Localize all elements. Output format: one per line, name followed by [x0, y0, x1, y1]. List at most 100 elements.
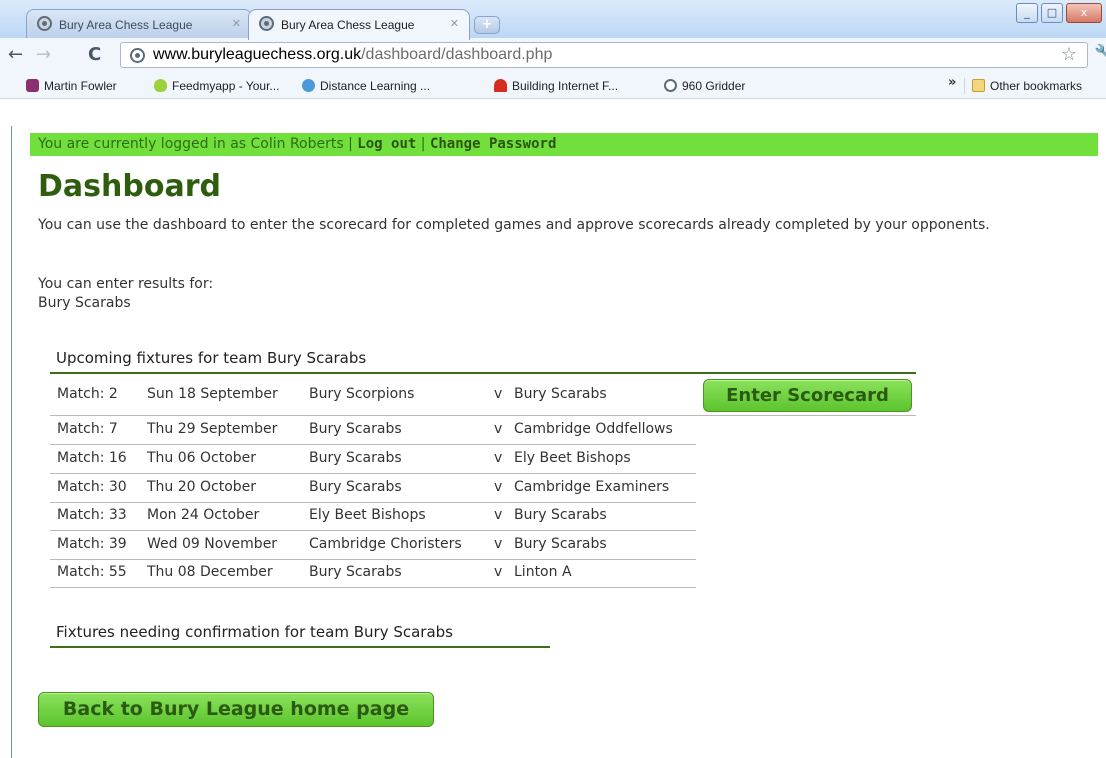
- match-number: Match: 55: [57, 564, 127, 580]
- page-content: You are currently logged in as Colin Rob…: [0, 126, 1106, 758]
- bookmark-martin-fowler[interactable]: Martin Fowler: [26, 77, 117, 95]
- versus: v: [494, 450, 503, 466]
- logout-link[interactable]: Log out: [357, 136, 416, 152]
- enter-scorecard-button[interactable]: Enter Scorecard: [703, 379, 912, 412]
- tab-title: Bury Area Chess League: [59, 18, 193, 32]
- bookmarks-bar: Martin Fowler Feedmyapp - Your... Distan…: [0, 72, 1106, 98]
- maximize-button[interactable]: □: [1041, 3, 1063, 23]
- match-number: Match: 33: [57, 507, 127, 523]
- match-date: Thu 08 December: [147, 564, 273, 580]
- forward-arrow-icon[interactable]: →: [36, 44, 51, 66]
- match-number: Match: 39: [57, 536, 127, 552]
- reload-icon[interactable]: C: [88, 44, 101, 66]
- bookmark-star-icon[interactable]: ☆: [1061, 44, 1077, 65]
- versus: v: [494, 536, 503, 552]
- distance-learning-icon: [302, 79, 315, 92]
- page-globe-icon: [130, 48, 145, 63]
- toolbar: ← → C www.buryleaguechess.org.uk/dashboa…: [0, 38, 1106, 99]
- bookmark-label: Feedmyapp - Your...: [172, 79, 280, 93]
- match-date: Thu 20 October: [147, 479, 257, 495]
- url-text: www.buryleaguechess.org.uk/dashboard/das…: [153, 46, 552, 64]
- close-window-button[interactable]: x: [1066, 3, 1102, 23]
- globe-icon: [664, 79, 677, 92]
- building-internet-icon: [494, 79, 507, 92]
- globe-icon: [37, 16, 52, 31]
- tab-2[interactable]: Bury Area Chess League ✕: [248, 9, 470, 40]
- wrench-icon[interactable]: 🔧: [1094, 44, 1106, 64]
- versus: v: [494, 507, 503, 523]
- away-team: Bury Scarabs: [514, 536, 607, 552]
- chevron-icon[interactable]: »: [948, 75, 956, 90]
- upcoming-title: Upcoming fixtures for team Bury Scarabs: [56, 349, 367, 367]
- away-team: Linton A: [514, 564, 572, 580]
- page-title: Dashboard: [38, 169, 221, 204]
- match-date: Thu 06 October: [147, 450, 257, 466]
- away-team: Cambridge Examiners: [514, 479, 670, 495]
- match-number: Match: 16: [57, 450, 127, 466]
- table-row: Match: 33 Mon 24 October Ely Beet Bishop…: [50, 502, 696, 531]
- match-date: Thu 29 September: [147, 421, 278, 437]
- bookmark-building-internet[interactable]: Building Internet F...: [494, 77, 618, 95]
- match-number: Match: 30: [57, 479, 127, 495]
- table-row: Match: 55 Thu 08 December Bury Scarabs v…: [50, 559, 696, 588]
- versus: v: [494, 386, 503, 402]
- home-team: Bury Scarabs: [309, 421, 402, 437]
- bookmark-feedmyapp[interactable]: Feedmyapp - Your...: [154, 77, 279, 95]
- home-team: Ely Beet Bishops: [309, 507, 426, 523]
- away-team: Bury Scarabs: [514, 507, 607, 523]
- url-path: /dashboard/dashboard.php: [361, 46, 553, 63]
- other-bookmarks-label: Other bookmarks: [990, 79, 1083, 93]
- table-row: Match: 16 Thu 06 October Bury Scarabs v …: [50, 445, 696, 474]
- intro-text: You can use the dashboard to enter the s…: [38, 217, 990, 233]
- table-row: Match: 2 Sun 18 September Bury Scorpions…: [50, 374, 916, 416]
- away-team: Bury Scarabs: [514, 386, 607, 402]
- bookmark-label: 960 Gridder: [682, 79, 746, 93]
- close-tab-icon[interactable]: ✕: [450, 17, 459, 30]
- tab-title: Bury Area Chess League: [281, 18, 415, 32]
- login-separator: |: [416, 136, 430, 152]
- other-bookmarks[interactable]: Other bookmarks: [972, 77, 1082, 95]
- url-host: www.buryleaguechess.org.uk: [153, 46, 362, 63]
- versus: v: [494, 421, 503, 437]
- close-tab-icon[interactable]: ✕: [232, 17, 241, 30]
- home-team: Bury Scarabs: [309, 450, 402, 466]
- away-team: Cambridge Oddfellows: [514, 421, 673, 437]
- globe-icon: [259, 16, 274, 31]
- window-left-edge: [11, 126, 12, 758]
- bookmark-label: Building Internet F...: [512, 79, 619, 93]
- home-team: Bury Scorpions: [309, 386, 415, 402]
- home-team: Cambridge Choristers: [309, 536, 462, 552]
- home-team: Bury Scarabs: [309, 479, 402, 495]
- login-bar: You are currently logged in as Colin Rob…: [30, 133, 1098, 156]
- match-number: Match: 2: [57, 386, 118, 402]
- versus: v: [494, 564, 503, 580]
- table-row: Match: 7 Thu 29 September Bury Scarabs v…: [50, 416, 696, 445]
- confirmation-title: Fixtures needing confirmation for team B…: [56, 623, 453, 641]
- login-separator: |: [343, 136, 358, 152]
- feedmyapp-icon: [154, 79, 167, 92]
- table-row: Match: 30 Thu 20 October Bury Scarabs v …: [50, 474, 696, 503]
- match-number: Match: 7: [57, 421, 118, 437]
- bookmark-distance-learning[interactable]: Distance Learning ...: [302, 77, 430, 95]
- match-date: Mon 24 October: [147, 507, 260, 523]
- minimize-button[interactable]: _: [1016, 3, 1038, 23]
- login-status: You are currently logged in as Colin Rob…: [38, 136, 344, 152]
- tab-1[interactable]: Bury Area Chess League ✕: [26, 9, 252, 39]
- address-bar[interactable]: www.buryleaguechess.org.uk/dashboard/das…: [120, 42, 1088, 68]
- bookmark-label: Distance Learning ...: [320, 79, 431, 93]
- back-home-button[interactable]: Back to Bury League home page: [38, 692, 434, 727]
- enter-results-label: You can enter results for:: [38, 276, 214, 292]
- team-name: Bury Scarabs: [38, 295, 131, 311]
- new-tab-button[interactable]: +: [474, 16, 500, 34]
- browser-chrome: Bury Area Chess League ✕ Bury Area Chess…: [0, 0, 1106, 126]
- folder-icon: [972, 79, 985, 92]
- bookmark-960-gridder[interactable]: 960 Gridder: [664, 77, 745, 95]
- martin-fowler-icon: [26, 79, 39, 92]
- versus: v: [494, 479, 503, 495]
- bookmark-label: Martin Fowler: [44, 79, 117, 93]
- change-password-link[interactable]: Change Password: [430, 136, 556, 152]
- title-bar: Bury Area Chess League ✕ Bury Area Chess…: [0, 0, 1106, 40]
- back-arrow-icon[interactable]: ←: [8, 44, 23, 66]
- home-team: Bury Scarabs: [309, 564, 402, 580]
- away-team: Ely Beet Bishops: [514, 450, 631, 466]
